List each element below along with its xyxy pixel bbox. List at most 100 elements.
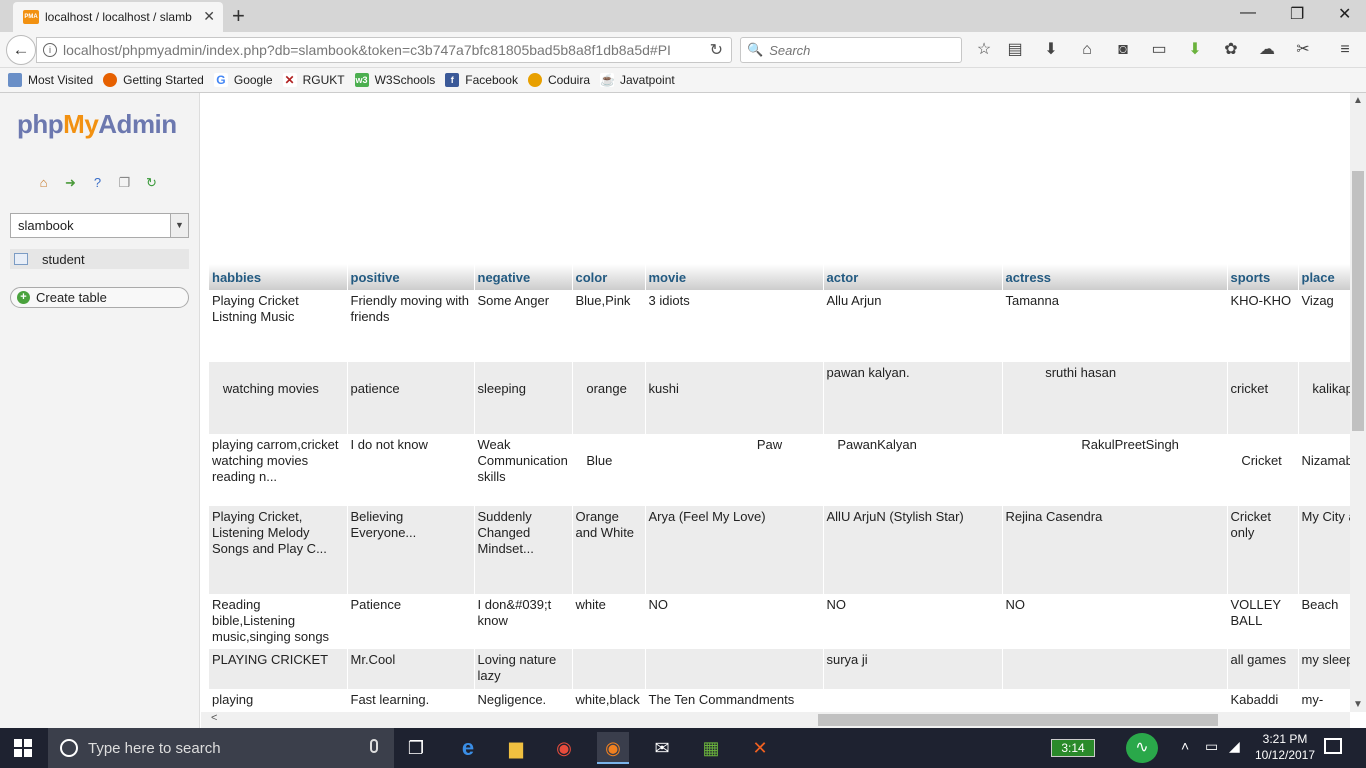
chevron-down-icon[interactable]: ▼ — [170, 214, 188, 237]
table-cell[interactable]: Negligence. — [474, 689, 573, 712]
table-cell[interactable]: kalikap — [1298, 362, 1350, 434]
column-header-actor[interactable]: actor — [823, 264, 1003, 290]
table-cell[interactable]: kushi — [645, 362, 824, 434]
reading-list-icon[interactable]: ▤ — [1004, 39, 1026, 61]
table-cell[interactable]: all games — [1227, 649, 1299, 689]
docs-icon[interactable]: ❐ — [117, 175, 132, 190]
column-header-movie[interactable]: movie — [645, 264, 824, 290]
table-cell[interactable]: orange — [572, 362, 646, 434]
table-cell[interactable]: Paw — [645, 434, 824, 506]
task-view-icon[interactable]: ❐ — [400, 732, 432, 764]
table-cell[interactable]: NO — [1002, 594, 1228, 649]
activity-monitor-icon[interactable]: ∿ — [1126, 733, 1158, 763]
table-cell[interactable]: Patience — [347, 594, 475, 649]
cloud-icon[interactable]: ☁ — [1256, 39, 1278, 61]
battery-meter[interactable]: 3:14 — [1051, 739, 1095, 757]
table-cell[interactable]: AllU ArjuN (Stylish Star) — [823, 506, 1003, 594]
home-icon[interactable]: ⌂ — [1076, 39, 1098, 61]
table-cell[interactable] — [645, 649, 824, 689]
firefox-taskbar-icon[interactable]: ◉ — [597, 732, 629, 764]
table-row[interactable]: playing Fast learning. Negligence. white… — [209, 689, 1350, 712]
new-tab-button[interactable]: + — [232, 2, 245, 30]
restore-button[interactable]: ❐ — [1290, 4, 1304, 24]
bookmark-coduira[interactable]: Coduira — [527, 73, 590, 87]
table-cell[interactable]: my- — [1298, 689, 1350, 712]
url-text[interactable]: localhost/phpmyadmin/index.php?db=slambo… — [63, 42, 683, 58]
table-cell[interactable]: Playing Cricket Listning Music — [209, 290, 348, 362]
table-cell[interactable]: Some Anger — [474, 290, 573, 362]
search-bar[interactable]: 🔍 — [740, 37, 962, 63]
url-bar[interactable]: i localhost/phpmyadmin/index.php?db=slam… — [36, 37, 732, 63]
table-cell[interactable]: Allu Arjun — [823, 290, 1003, 362]
tools-icon[interactable]: ✂ — [1292, 39, 1314, 61]
table-cell[interactable] — [1002, 689, 1228, 712]
table-cell[interactable] — [1002, 649, 1228, 689]
table-cell[interactable]: Vizag — [1298, 290, 1350, 362]
column-header-actress[interactable]: actress — [1002, 264, 1228, 290]
create-table-button[interactable]: + Create table — [10, 287, 189, 308]
table-cell[interactable]: Blue,Pink — [572, 290, 646, 362]
close-window-button[interactable]: ✕ — [1338, 4, 1351, 24]
phpmyadmin-logo[interactable]: phpMyAdmin — [17, 109, 177, 140]
wifi-icon[interactable]: ◢ — [1229, 738, 1240, 755]
table-cell[interactable]: KHO-KHO — [1227, 290, 1299, 362]
horizontal-scroll-thumb[interactable] — [818, 714, 1218, 726]
table-row[interactable]: Playing Cricket Listning Music Friendly … — [209, 290, 1350, 362]
table-cell[interactable] — [823, 689, 1003, 712]
table-cell[interactable]: Cricket — [1227, 434, 1299, 506]
mail-icon[interactable]: ✉ — [646, 732, 678, 764]
table-cell[interactable]: Reading bible,Listening music,singing so… — [209, 594, 348, 649]
table-cell[interactable]: Tamanna — [1002, 290, 1228, 362]
table-cell[interactable]: I do not know — [347, 434, 475, 506]
database-select[interactable]: slambook ▼ — [10, 213, 189, 238]
search-input[interactable] — [769, 42, 960, 58]
downloads-icon[interactable]: ⬇ — [1040, 39, 1062, 61]
table-cell[interactable]: playing carrom,cricket watching movies r… — [209, 434, 348, 506]
table-cell[interactable]: cricket — [1227, 362, 1299, 434]
table-cell[interactable]: surya ji — [823, 649, 1003, 689]
screen-icon[interactable]: ▭ — [1148, 39, 1170, 61]
chrome-icon[interactable]: ◉ — [548, 732, 580, 764]
table-cell[interactable]: VOLLEY BALL — [1227, 594, 1299, 649]
table-cell[interactable]: Rejina Casendra — [1002, 506, 1228, 594]
table-row[interactable]: playing carrom,cricket watching movies r… — [209, 434, 1350, 506]
pocket-icon[interactable]: ◙ — [1112, 39, 1134, 61]
minimize-button[interactable]: — — [1240, 4, 1256, 22]
system-clock[interactable]: 3:21 PM 10/12/2017 — [1250, 731, 1320, 763]
table-row[interactable]: Reading bible,Listening music,singing so… — [209, 594, 1350, 649]
bookmark-most-visited[interactable]: Most Visited — [8, 73, 93, 87]
table-cell[interactable]: sruthi hasan — [1002, 362, 1228, 434]
scroll-left-icon[interactable]: < — [211, 712, 217, 724]
bookmark-star-icon[interactable]: ☆ — [973, 39, 995, 61]
table-cell[interactable]: my sleepin — [1298, 649, 1350, 689]
browser-tab[interactable]: PMA localhost / localhost / slamb ✕ — [13, 2, 223, 32]
table-cell[interactable]: Blue — [572, 434, 646, 506]
reload-icon[interactable]: ↻ — [710, 40, 723, 60]
bookmark-facebook[interactable]: f Facebook — [445, 73, 518, 87]
table-cell[interactable]: PLAYING CRICKET — [209, 649, 348, 689]
table-cell[interactable]: I don&#039;t know — [474, 594, 573, 649]
reload-navigation-icon[interactable]: ↻ — [144, 175, 159, 190]
chevron-up-icon[interactable]: ˄ — [1181, 738, 1189, 754]
table-cell[interactable]: RakulPreetSingh — [1002, 434, 1228, 506]
table-cell[interactable]: Believing Everyone... — [347, 506, 475, 594]
table-row[interactable]: Playing Cricket, Listening Melody Songs … — [209, 506, 1350, 594]
table-cell[interactable]: patience — [347, 362, 475, 434]
bookmark-rgukt[interactable]: ✕ RGUKT — [282, 73, 345, 87]
table-cell[interactable]: Kabaddi — [1227, 689, 1299, 712]
scroll-down-icon[interactable]: ▼ — [1353, 699, 1363, 710]
table-cell[interactable]: sleeping — [474, 362, 573, 434]
table-cell[interactable]: Beach — [1298, 594, 1350, 649]
table-item-student[interactable]: student — [10, 249, 189, 269]
edge-icon[interactable]: e — [452, 732, 484, 764]
table-cell[interactable]: Friendly moving with friends — [347, 290, 475, 362]
home-icon[interactable]: ⌂ — [36, 175, 51, 190]
table-cell[interactable]: white,black — [572, 689, 646, 712]
microphone-icon[interactable] — [370, 739, 378, 753]
table-cell[interactable]: NO — [823, 594, 1003, 649]
horizontal-scrollbar[interactable]: < — [201, 712, 1350, 728]
table-cell[interactable]: My City an — [1298, 506, 1350, 594]
column-header-sports[interactable]: sports — [1227, 264, 1299, 290]
menu-icon[interactable]: ≡ — [1334, 39, 1356, 61]
column-header-habbies[interactable]: habbies — [209, 264, 348, 290]
